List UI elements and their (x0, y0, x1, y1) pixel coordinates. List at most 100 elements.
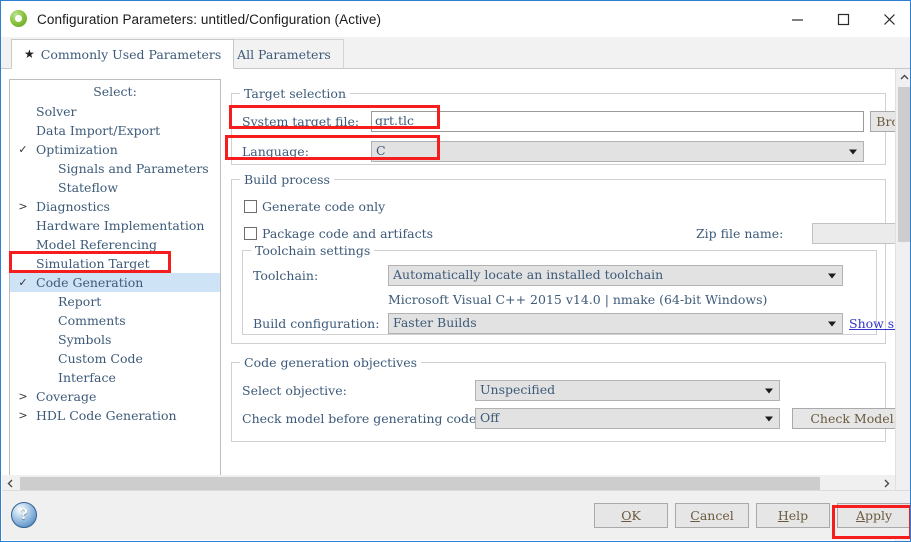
build-configuration-combobox[interactable]: Faster Builds (388, 313, 843, 334)
build-configuration-value: Faster Builds (393, 315, 477, 330)
chevron-down-icon[interactable]: ✓ (16, 273, 30, 292)
vertical-scrollbar[interactable] (895, 69, 910, 541)
generate-code-only-label: Generate code only (262, 199, 386, 214)
mnemonic: A (855, 508, 865, 523)
configuration-parameters-window: Configuration Parameters: untitled/Confi… (0, 0, 911, 542)
group-legend: Code generation objectives (240, 355, 422, 370)
help-button[interactable]: Help (756, 503, 830, 528)
check-model-button[interactable]: Check Model. (792, 408, 896, 429)
build-configuration-label: Build configuration: (253, 316, 380, 331)
package-code-label: Package code and artifacts (262, 226, 434, 241)
select-objective-combobox[interactable]: Unspecified (475, 380, 780, 401)
select-header: Select: (93, 84, 137, 99)
toolchain-value: Automatically locate an installed toolch… (393, 267, 664, 282)
sidebar-item-label: Code Generation (36, 275, 144, 290)
check-model-combobox[interactable]: Off (475, 408, 780, 429)
system-target-file-label: System target file: (242, 114, 360, 129)
chevron-right-icon[interactable]: > (16, 406, 30, 425)
label-rest: K (631, 508, 641, 523)
chevron-down-icon (765, 416, 773, 421)
code-generation-objectives-group: Code generation objectives Select object… (231, 355, 896, 442)
sidebar-item-hardware-implementation[interactable]: Hardware Implementation (10, 216, 220, 235)
sidebar-item-model-referencing[interactable]: Model Referencing (10, 235, 220, 254)
sidebar-item-label: Simulation Target (36, 256, 150, 271)
mnemonic: C (690, 508, 700, 523)
label-rest: pply (864, 508, 893, 523)
sidebar-item-interface[interactable]: Interface (10, 368, 220, 387)
sidebar-item-data-import-export[interactable]: Data Import/Export (10, 121, 220, 140)
window-controls (774, 1, 910, 37)
group-legend: Target selection (240, 86, 350, 101)
sidebar-item-optimization[interactable]: ✓ Optimization (10, 140, 220, 159)
horizontal-scrollbar-thumb[interactable] (20, 477, 820, 490)
sidebar-item-label: Coverage (36, 389, 97, 404)
package-code-checkbox[interactable] (244, 227, 257, 240)
apply-button[interactable]: Apply (837, 503, 910, 528)
system-target-file-input[interactable]: grt.tlc (371, 111, 864, 132)
title-bar: Configuration Parameters: untitled/Confi… (1, 1, 910, 37)
vertical-scrollbar-thumb[interactable] (898, 87, 910, 242)
parameters-content-pane: Target selection System target file: grt… (229, 79, 896, 482)
sidebar-item-label: Report (58, 294, 102, 309)
sidebar-item-label: Comments (58, 313, 126, 328)
language-label: Language: (242, 144, 309, 159)
cancel-button[interactable]: Cancel (675, 503, 749, 528)
chevron-up-icon[interactable] (896, 69, 910, 86)
sidebar-item-stateflow[interactable]: Stateflow (10, 178, 220, 197)
dialog-footer: ? OK Cancel Help Apply (2, 490, 910, 540)
build-process-group: Build process Generate code only Package… (231, 172, 896, 344)
sidebar-item-label: HDL Code Generation (36, 408, 177, 423)
toolchain-detail-text: Microsoft Visual C++ 2015 v14.0 | nmake … (388, 292, 768, 307)
window-title: Configuration Parameters: untitled/Confi… (37, 11, 382, 27)
minimize-icon[interactable] (774, 1, 820, 37)
browse-button[interactable]: Brow (870, 111, 896, 132)
sidebar-item-label: Stateflow (58, 180, 119, 195)
mnemonic: H (777, 508, 789, 523)
generate-code-only-checkbox[interactable] (244, 200, 257, 213)
show-settings-link[interactable]: Show set (849, 316, 896, 331)
select-objective-value: Unspecified (480, 382, 556, 397)
sidebar-item-custom-code[interactable]: Custom Code (10, 349, 220, 368)
sidebar-item-symbols[interactable]: Symbols (10, 330, 220, 349)
chevron-down-icon[interactable]: ✓ (16, 140, 30, 159)
maximize-icon[interactable] (820, 1, 866, 37)
sidebar-item-label: Hardware Implementation (36, 218, 205, 233)
toolchain-label: Toolchain: (253, 268, 319, 283)
label-rest: elp (788, 508, 809, 523)
tab-label: Commonly Used Parameters (40, 46, 222, 62)
tab-strip: ★ Commonly Used Parameters ≡ All Paramet… (1, 37, 910, 69)
close-icon[interactable] (866, 1, 910, 37)
sidebar-item-hdl-code-generation[interactable]: > HDL Code Generation (10, 406, 220, 425)
select-tree-panel: Select: Solver Data Import/Export ✓ Opti… (9, 79, 221, 482)
sidebar-item-label: Optimization (36, 142, 118, 157)
help-icon[interactable]: ? (11, 502, 37, 528)
language-combobox[interactable]: C (371, 141, 864, 162)
zip-file-name-input[interactable] (812, 223, 896, 244)
zip-file-name-label: Zip file name: (696, 226, 784, 241)
sidebar-item-diagnostics[interactable]: > Diagnostics (10, 197, 220, 216)
group-legend: Build process (240, 172, 334, 187)
sidebar-item-code-generation[interactable]: ✓ Code Generation (10, 273, 220, 292)
ok-button[interactable]: OK (594, 503, 668, 528)
select-objective-label: Select objective: (242, 383, 347, 398)
sidebar-item-solver[interactable]: Solver (10, 102, 220, 121)
sidebar-item-label: Signals and Parameters (58, 161, 209, 176)
target-selection-group: Target selection System target file: grt… (231, 86, 896, 165)
sidebar-item-signals-and-parameters[interactable]: Signals and Parameters (10, 159, 220, 178)
chevron-right-icon[interactable]: > (16, 387, 30, 406)
star-icon: ★ (24, 47, 35, 61)
toolchain-combobox[interactable]: Automatically locate an installed toolch… (388, 265, 843, 286)
chevron-right-icon[interactable]: > (16, 197, 30, 216)
sidebar-item-label: Data Import/Export (36, 123, 161, 138)
sidebar-item-label: Custom Code (58, 351, 143, 366)
sidebar-item-comments[interactable]: Comments (10, 311, 220, 330)
tab-commonly-used-parameters[interactable]: ★ Commonly Used Parameters (11, 39, 235, 69)
sidebar-item-label: Diagnostics (36, 199, 110, 214)
check-model-label: Check model before generating code: (242, 411, 481, 426)
sidebar-item-coverage[interactable]: > Coverage (10, 387, 220, 406)
toolchain-settings-group: Toolchain settings Toolchain: Automatica… (242, 243, 896, 335)
sidebar-item-report[interactable]: Report (10, 292, 220, 311)
check-model-value: Off (480, 410, 500, 425)
chevron-down-icon (765, 388, 773, 393)
sidebar-item-simulation-target[interactable]: Simulation Target (10, 254, 220, 273)
